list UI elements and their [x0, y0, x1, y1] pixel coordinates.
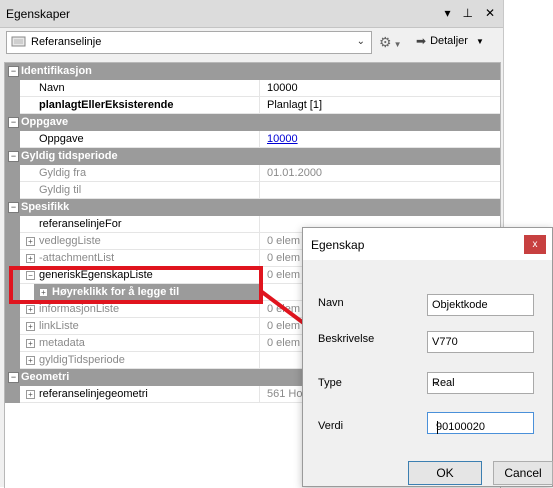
chevron-down-icon: ⌄	[432, 377, 441, 388]
navn-value: Objektkode	[432, 299, 488, 311]
property-name: Navn	[39, 82, 65, 94]
category-oppgave[interactable]: − Oppgave	[5, 114, 500, 131]
category-spesifikk[interactable]: − Spesifikk	[5, 199, 500, 216]
property-name: gyldigTidsperiode	[39, 354, 125, 366]
settings-button[interactable]: ⚙ ▼	[379, 34, 401, 51]
dialog-titlebar: Egenskap x	[303, 228, 552, 260]
navn-field[interactable]: Objektkode	[427, 294, 534, 316]
collapse-icon[interactable]: −	[8, 372, 19, 383]
category-label: Oppgave	[21, 116, 69, 128]
property-value[interactable]: 561 Ho	[267, 388, 302, 400]
property-value[interactable]: 0 elem	[267, 235, 300, 247]
expand-icon[interactable]: +	[26, 237, 35, 246]
object-type-select[interactable]: Referanselinje ⌄	[6, 31, 372, 54]
category-label: Gyldig tidsperiode	[21, 150, 118, 162]
category-identifikasjon[interactable]: − Identifikasjon	[5, 63, 500, 80]
ok-button[interactable]: OK	[408, 461, 482, 485]
collapse-icon[interactable]: −	[8, 202, 19, 213]
property-row[interactable]: Gyldig til	[5, 182, 500, 199]
close-icon[interactable]: ✕	[485, 6, 495, 20]
chevron-down-icon: ⌄	[356, 36, 365, 47]
property-row[interactable]: Gyldig fra 01.01.2000	[5, 165, 500, 182]
collapse-icon[interactable]: −	[8, 117, 19, 128]
property-name: metadata	[39, 337, 85, 349]
pin-icon[interactable]: ⊥	[462, 6, 472, 20]
expand-icon[interactable]: +	[26, 356, 35, 365]
verdi-label: Verdi	[318, 420, 344, 432]
property-name: planlagtEllerEksisterende	[39, 99, 174, 111]
property-value[interactable]: 01.01.2000	[267, 167, 322, 179]
property-name: vedleggListe	[39, 235, 101, 247]
category-label: Geometri	[21, 371, 70, 383]
chevron-down-icon: ▼	[393, 40, 402, 49]
verdi-value: 90100020	[436, 421, 485, 433]
details-button[interactable]: ➡ Detaljer ▼	[416, 34, 484, 48]
object-type-label: Referanselinje	[31, 36, 102, 48]
expand-icon[interactable]: +	[26, 339, 35, 348]
verdi-field[interactable]: 90100020	[427, 412, 534, 434]
beskrivelse-label: Beskrivelse	[318, 333, 375, 345]
details-label: Detaljer	[430, 35, 468, 47]
expand-icon[interactable]: +	[26, 390, 35, 399]
type-label: Type	[318, 377, 342, 389]
beskrivelse-value: V770	[432, 336, 458, 348]
object-icon	[11, 36, 26, 47]
property-row[interactable]: Navn 10000	[5, 80, 500, 97]
navn-label: Navn	[318, 297, 344, 309]
property-name: Oppgave	[39, 133, 84, 145]
collapse-icon[interactable]: −	[8, 151, 19, 162]
collapse-icon[interactable]: −	[8, 66, 19, 77]
property-value[interactable]: Planlagt [1]	[267, 99, 322, 111]
expand-icon[interactable]: +	[26, 305, 35, 314]
titlebar-icons: ▾ ⊥ ✕	[444, 6, 495, 20]
panel-title: Egenskaper	[6, 7, 71, 21]
property-value[interactable]: 0 elem	[267, 337, 300, 349]
property-name: referanselinjeFor	[39, 218, 122, 230]
property-name: informasjonListe	[39, 303, 120, 315]
text-cursor	[437, 421, 438, 434]
property-name: Gyldig til	[39, 184, 82, 196]
property-value[interactable]: 10000	[267, 82, 298, 94]
property-link[interactable]: 10000	[267, 133, 298, 145]
property-name: -attachmentList	[39, 252, 115, 264]
chevron-down-icon: ▼	[475, 36, 484, 46]
property-row[interactable]: Oppgave 10000	[5, 131, 500, 148]
property-value[interactable]: 0 elem	[267, 320, 300, 332]
beskrivelse-field[interactable]: V770	[427, 331, 534, 353]
category-gyldig-tidsperiode[interactable]: − Gyldig tidsperiode	[5, 148, 500, 165]
egenskap-dialog: Egenskap x Navn Objektkode Beskrivelse V…	[302, 227, 553, 487]
panel-titlebar: Egenskaper ▾ ⊥ ✕	[0, 0, 503, 28]
close-button[interactable]: x	[524, 235, 546, 254]
highlight-box	[9, 266, 263, 304]
property-name: Gyldig fra	[39, 167, 87, 179]
close-icon: x	[532, 239, 538, 250]
property-name: linkListe	[39, 320, 79, 332]
expand-icon[interactable]: +	[26, 322, 35, 331]
expand-icon[interactable]: +	[26, 254, 35, 263]
dropdown-icon[interactable]: ▾	[444, 6, 450, 20]
property-value[interactable]: 0 elem	[267, 252, 300, 264]
panel-toolbar: Referanselinje ⌄ ⚙ ▼ ➡ Detaljer ▼	[0, 28, 503, 58]
type-select[interactable]: Real ⌄	[427, 372, 534, 394]
property-name: referanselinjegeometri	[39, 388, 148, 400]
gear-icon: ⚙	[379, 34, 392, 50]
property-value[interactable]: 0 elem	[267, 269, 300, 281]
property-row[interactable]: planlagtEllerEksisterende Planlagt [1]	[5, 97, 500, 114]
property-value[interactable]: 0 elem	[267, 303, 300, 315]
category-label: Spesifikk	[21, 201, 70, 213]
dialog-title: Egenskap	[311, 238, 365, 252]
arrow-right-icon: ➡	[416, 34, 427, 48]
category-label: Identifikasjon	[21, 65, 92, 77]
cancel-button[interactable]: Cancel	[493, 461, 553, 485]
